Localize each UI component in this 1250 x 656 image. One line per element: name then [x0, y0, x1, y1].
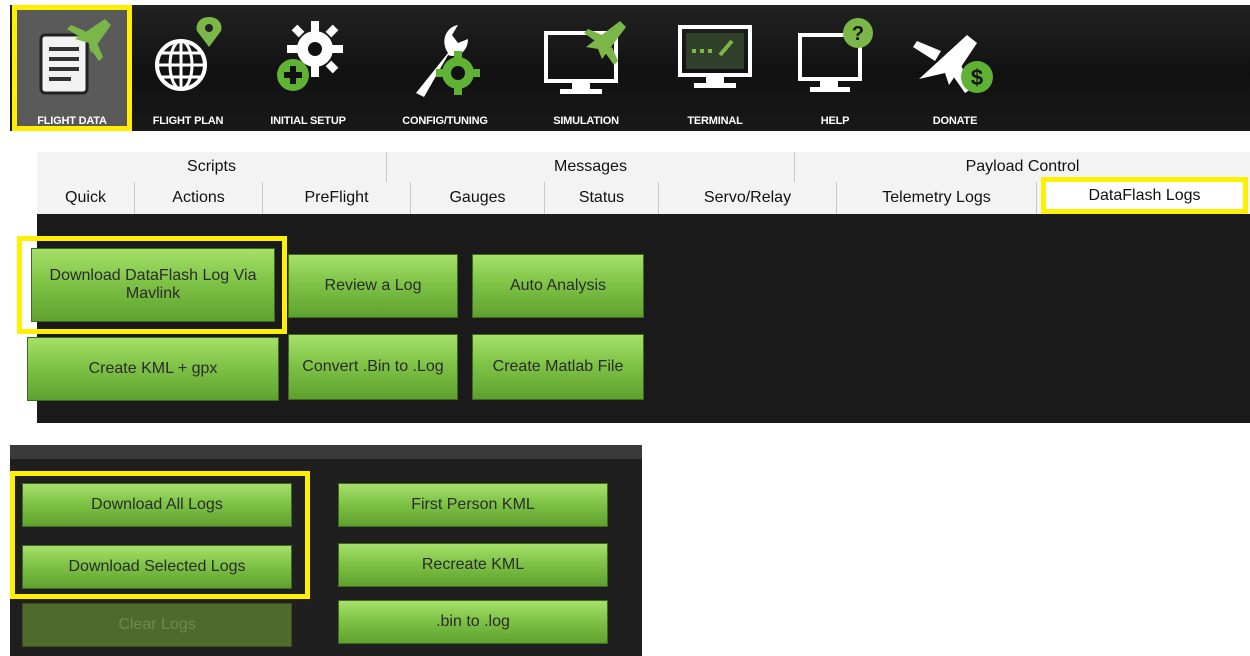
tab-telemetry-logs[interactable]: Telemetry Logs: [837, 182, 1037, 214]
tab-scripts[interactable]: Scripts: [37, 152, 387, 182]
flight-plan-label: FLIGHT PLAN: [152, 115, 224, 127]
tab-row-bottom: Quick Actions PreFlight Gauges Status Se…: [37, 177, 1250, 214]
tab-messages[interactable]: Messages: [387, 152, 795, 182]
clear-logs-button[interactable]: Clear Logs: [22, 603, 292, 647]
tab-gauges[interactable]: Gauges: [411, 182, 545, 214]
donate-icon: $: [913, 35, 993, 93]
donate-label: DONATE: [932, 115, 978, 127]
create-matlab-file-button[interactable]: Create Matlab File: [472, 334, 644, 400]
tab-status[interactable]: Status: [545, 182, 659, 214]
help-label: HELP: [820, 115, 850, 127]
flight-plan-icon: [155, 17, 222, 91]
config-tuning-label: CONFIG/TUNING: [402, 115, 488, 127]
flight-data-label: FLIGHT DATA: [37, 115, 107, 127]
terminal-icon: [678, 25, 752, 88]
tab-quick[interactable]: Quick: [37, 182, 135, 214]
create-kml-gpx-button[interactable]: Create KML + gpx: [27, 337, 279, 401]
first-person-kml-button[interactable]: First Person KML: [338, 483, 608, 527]
flight-data-tabs-panel: Scripts Messages Payload Control Quick A…: [17, 152, 1250, 423]
main-toolbar: FLIGHT DATA FLIGHT PLAN INITIAL SETUP CO…: [10, 5, 1250, 131]
config-tuning-icon: [416, 25, 480, 97]
terminal-button[interactable]: TERMINAL: [660, 5, 770, 131]
simulation-icon: [544, 21, 626, 94]
review-log-button[interactable]: Review a Log: [288, 254, 458, 318]
convert-bin-to-log-button[interactable]: Convert .Bin to .Log: [288, 334, 458, 400]
download-dataflash-mavlink-button[interactable]: Download DataFlash Log Via Mavlink: [31, 248, 275, 322]
svg-text:?: ?: [852, 23, 864, 45]
download-all-logs-button[interactable]: Download All Logs: [22, 483, 292, 527]
donate-button[interactable]: $ DONATE: [890, 5, 1020, 131]
flight-data-icon: [39, 19, 111, 95]
recreate-kml-button[interactable]: Recreate KML: [338, 543, 608, 587]
flight-plan-button[interactable]: FLIGHT PLAN: [134, 5, 242, 131]
simulation-label: SIMULATION: [553, 115, 619, 127]
tab-dataflash-logs[interactable]: DataFlash Logs: [1041, 177, 1248, 214]
svg-text:$: $: [971, 65, 983, 90]
bin-to-log-button[interactable]: .bin to .log: [338, 600, 608, 644]
initial-setup-label: INITIAL SETUP: [270, 115, 346, 127]
tab-actions[interactable]: Actions: [135, 182, 263, 214]
tab-servo-relay[interactable]: Servo/Relay: [659, 182, 837, 214]
terminal-label: TERMINAL: [687, 115, 743, 127]
config-tuning-button[interactable]: CONFIG/TUNING: [372, 5, 518, 131]
help-button[interactable]: ? HELP: [780, 5, 890, 131]
panel-header-bar: [10, 445, 642, 459]
tab-preflight[interactable]: PreFlight: [263, 182, 411, 214]
initial-setup-icon: [277, 21, 343, 91]
log-download-panel: Download All Logs Download Selected Logs…: [10, 445, 642, 656]
simulation-button[interactable]: SIMULATION: [526, 5, 646, 131]
flight-data-button[interactable]: FLIGHT DATA: [12, 5, 132, 131]
auto-analysis-button[interactable]: Auto Analysis: [472, 254, 644, 318]
download-selected-logs-button[interactable]: Download Selected Logs: [22, 545, 292, 589]
help-icon: ?: [798, 18, 873, 92]
initial-setup-button[interactable]: INITIAL SETUP: [246, 5, 370, 131]
